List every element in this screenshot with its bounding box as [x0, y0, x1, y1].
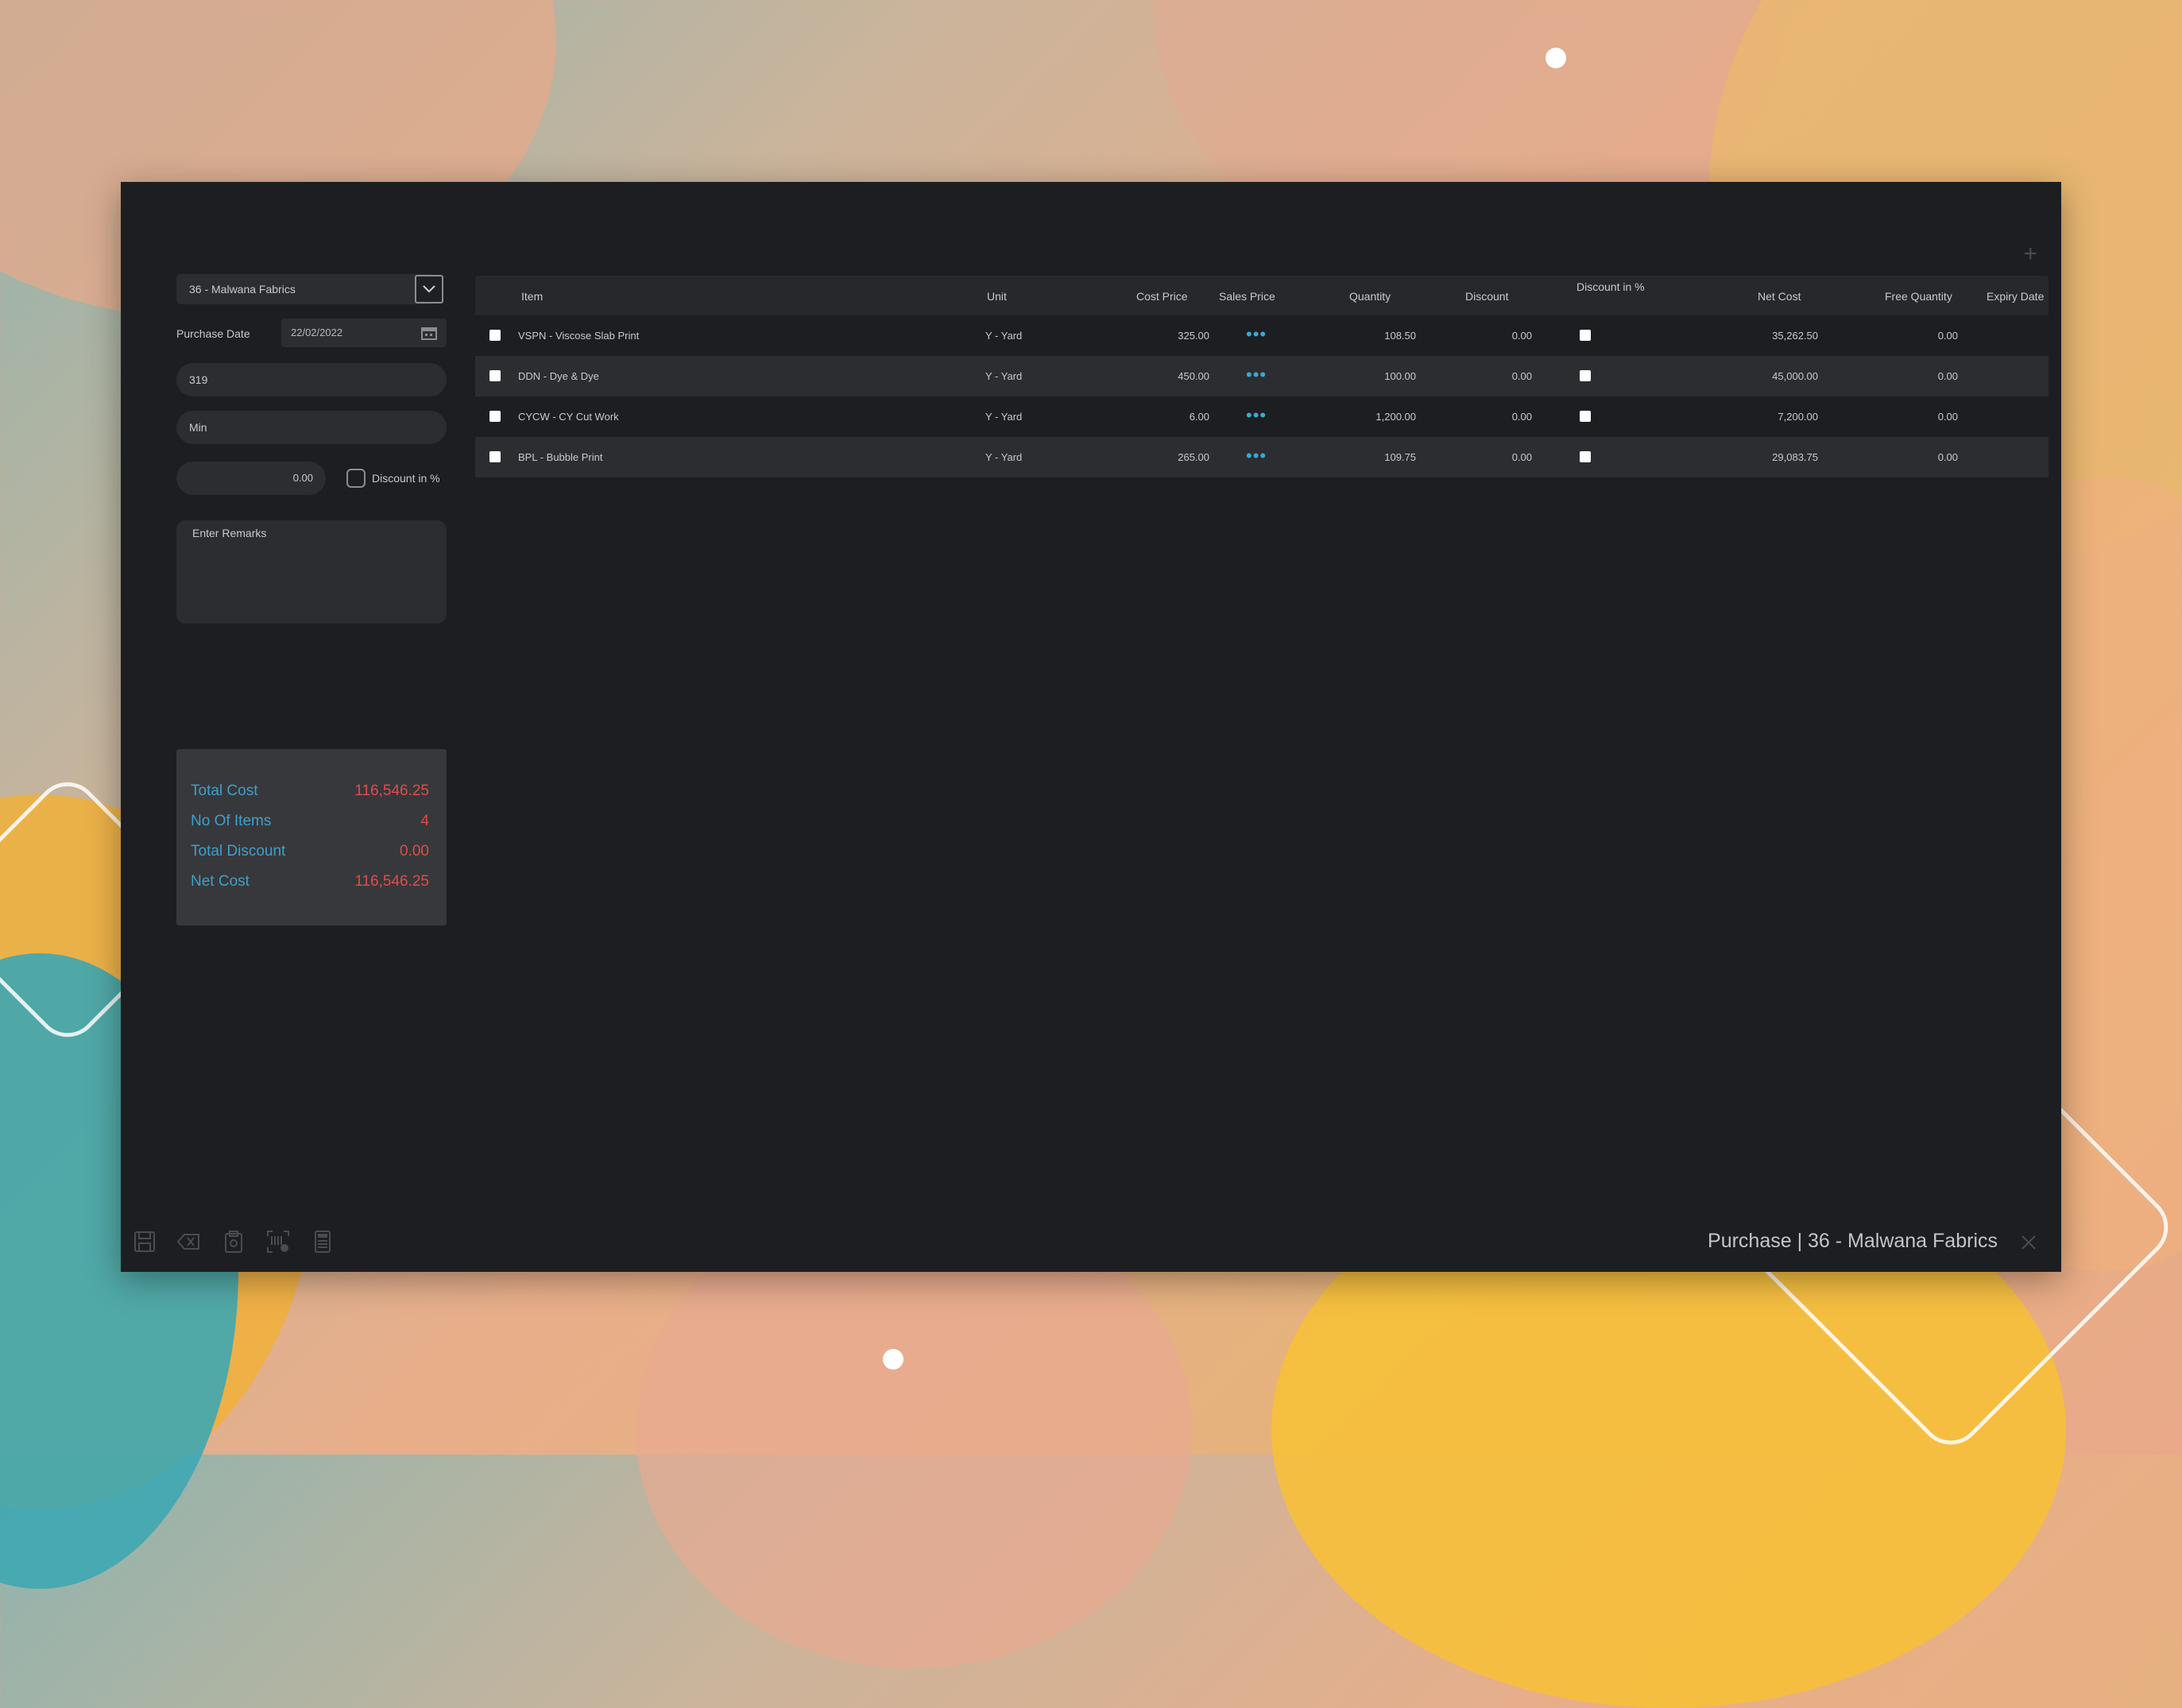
supplier-value: 36 - Malwana Fabrics — [189, 283, 296, 296]
total-cost-label: Total Cost — [191, 783, 258, 799]
col-free-quantity[interactable]: Free Quantity — [1885, 290, 1952, 303]
net-cost-value: 116,546.25 — [354, 873, 429, 890]
summary-total-discount: Total Discount 0.00 — [191, 843, 429, 873]
col-discount-percent[interactable]: Discount in % — [1577, 280, 1645, 293]
sales-price-ellipsis-button[interactable]: ••• — [1246, 326, 1267, 343]
row-cost-price: 325.00 — [1178, 330, 1209, 342]
col-net-cost[interactable]: Net Cost — [1758, 290, 1801, 303]
total-discount-value: 0.00 — [400, 843, 429, 860]
calculator-icon[interactable] — [310, 1229, 335, 1254]
row-cost-price: 6.00 — [1189, 411, 1209, 423]
add-icon[interactable]: + — [2023, 242, 2037, 266]
bg-dot — [1546, 48, 1566, 68]
row-discount: 0.00 — [1511, 370, 1532, 382]
row-free-quantity: 0.00 — [1937, 451, 1958, 463]
row-net-cost: 29,083.75 — [1772, 451, 1818, 463]
row-quantity: 108.50 — [1384, 330, 1416, 342]
col-discount[interactable]: Discount — [1465, 290, 1508, 303]
discount-percent-checkbox[interactable] — [346, 469, 366, 488]
row-free-quantity: 0.00 — [1937, 330, 1958, 342]
col-cost-price[interactable]: Cost Price — [1136, 290, 1188, 303]
remarks-textarea[interactable]: Enter Remarks — [176, 520, 447, 624]
discount-input[interactable]: 0.00 — [176, 462, 326, 495]
row-net-cost: 7,200.00 — [1778, 411, 1818, 423]
row-discount-percent-checkbox[interactable] — [1580, 411, 1591, 422]
clear-icon[interactable] — [176, 1229, 202, 1254]
user-value: Min — [189, 421, 207, 434]
invoice-number-input[interactable]: 319 — [176, 363, 447, 396]
net-cost-label: Net Cost — [191, 873, 250, 890]
row-net-cost: 45,000.00 — [1772, 370, 1818, 382]
row-select-checkbox[interactable] — [489, 330, 501, 341]
grid-header: Item Unit Cost Price Sales Price Quantit… — [475, 276, 2049, 315]
scan-icon[interactable] — [265, 1229, 291, 1254]
row-net-cost: 35,262.50 — [1772, 330, 1818, 342]
invoice-number-value: 319 — [189, 373, 208, 386]
row-unit: Y - Yard — [985, 330, 1023, 342]
table-row[interactable]: CYCW - CY Cut Work Y - Yard 6.00 ••• 1,2… — [475, 396, 2049, 437]
table-row[interactable]: VSPN - Viscose Slab Print Y - Yard 325.0… — [475, 315, 2049, 356]
summary-total-cost: Total Cost 116,546.25 — [191, 783, 429, 813]
items-value: 4 — [420, 813, 429, 829]
row-discount-percent-checkbox[interactable] — [1580, 330, 1591, 341]
row-discount: 0.00 — [1511, 411, 1532, 423]
total-cost-value: 116,546.25 — [354, 783, 429, 799]
row-item: BPL - Bubble Print — [518, 451, 603, 463]
row-item: CYCW - CY Cut Work — [518, 411, 619, 423]
row-discount: 0.00 — [1511, 451, 1532, 463]
col-unit[interactable]: Unit — [987, 290, 1007, 303]
summary-panel: Total Cost 116,546.25 No Of Items 4 Tota… — [176, 749, 447, 925]
row-item: DDN - Dye & Dye — [518, 370, 599, 382]
row-discount: 0.00 — [1511, 330, 1532, 342]
table-row[interactable]: DDN - Dye & Dye Y - Yard 450.00 ••• 100.… — [475, 356, 2049, 396]
items-label: No Of Items — [191, 813, 272, 829]
row-select-checkbox[interactable] — [489, 411, 501, 422]
col-quantity[interactable]: Quantity — [1349, 290, 1391, 303]
purchase-date-label: Purchase Date — [176, 327, 250, 340]
row-unit: Y - Yard — [985, 370, 1023, 382]
row-quantity: 109.75 — [1384, 451, 1416, 463]
supplier-select[interactable]: 36 - Malwana Fabrics — [176, 274, 435, 304]
sales-price-ellipsis-button[interactable]: ••• — [1246, 366, 1267, 384]
supplier-dropdown-button[interactable] — [415, 275, 443, 303]
bg-dot — [883, 1349, 903, 1370]
purchase-window: + 36 - Malwana Fabrics Purchase Date 22/… — [121, 182, 2061, 1272]
close-icon[interactable] — [2020, 1234, 2037, 1251]
row-select-checkbox[interactable] — [489, 370, 501, 381]
row-quantity: 100.00 — [1384, 370, 1416, 382]
row-select-checkbox[interactable] — [489, 451, 501, 462]
row-discount-percent-checkbox[interactable] — [1580, 451, 1591, 462]
summary-items: No Of Items 4 — [191, 813, 429, 843]
chevron-down-icon — [423, 285, 435, 293]
clipboard-icon[interactable] — [221, 1229, 246, 1254]
row-cost-price: 450.00 — [1178, 370, 1209, 382]
row-unit: Y - Yard — [985, 411, 1023, 423]
user-input[interactable]: Min — [176, 411, 447, 444]
purchase-date-field[interactable]: 22/02/2022 — [281, 319, 447, 347]
remarks-placeholder: Enter Remarks — [192, 527, 267, 539]
table-row[interactable]: BPL - Bubble Print Y - Yard 265.00 ••• 1… — [475, 437, 2049, 477]
calendar-icon[interactable] — [421, 326, 437, 340]
col-expiry-date[interactable]: Expiry Date — [1987, 290, 2044, 303]
row-free-quantity: 0.00 — [1937, 370, 1958, 382]
row-cost-price: 265.00 — [1178, 451, 1209, 463]
col-item[interactable]: Item — [521, 290, 543, 303]
total-discount-label: Total Discount — [191, 843, 286, 860]
row-discount-percent-checkbox[interactable] — [1580, 370, 1591, 381]
col-sales-price[interactable]: Sales Price — [1219, 290, 1275, 303]
row-unit: Y - Yard — [985, 451, 1023, 463]
row-item: VSPN - Viscose Slab Print — [518, 330, 640, 342]
sales-price-ellipsis-button[interactable]: ••• — [1246, 447, 1267, 465]
row-free-quantity: 0.00 — [1937, 411, 1958, 423]
discount-percent-label: Discount in % — [372, 472, 440, 485]
items-grid: Item Unit Cost Price Sales Price Quantit… — [475, 276, 2049, 477]
save-icon[interactable] — [132, 1229, 157, 1254]
summary-net-cost: Net Cost 116,546.25 — [191, 873, 429, 903]
discount-value: 0.00 — [292, 472, 313, 484]
sales-price-ellipsis-button[interactable]: ••• — [1246, 407, 1267, 424]
bottom-toolbar — [132, 1229, 335, 1254]
purchase-date-value: 22/02/2022 — [291, 327, 343, 338]
window-title: Purchase | 36 - Malwana Fabrics — [1708, 1230, 1998, 1252]
row-quantity: 1,200.00 — [1375, 411, 1416, 423]
